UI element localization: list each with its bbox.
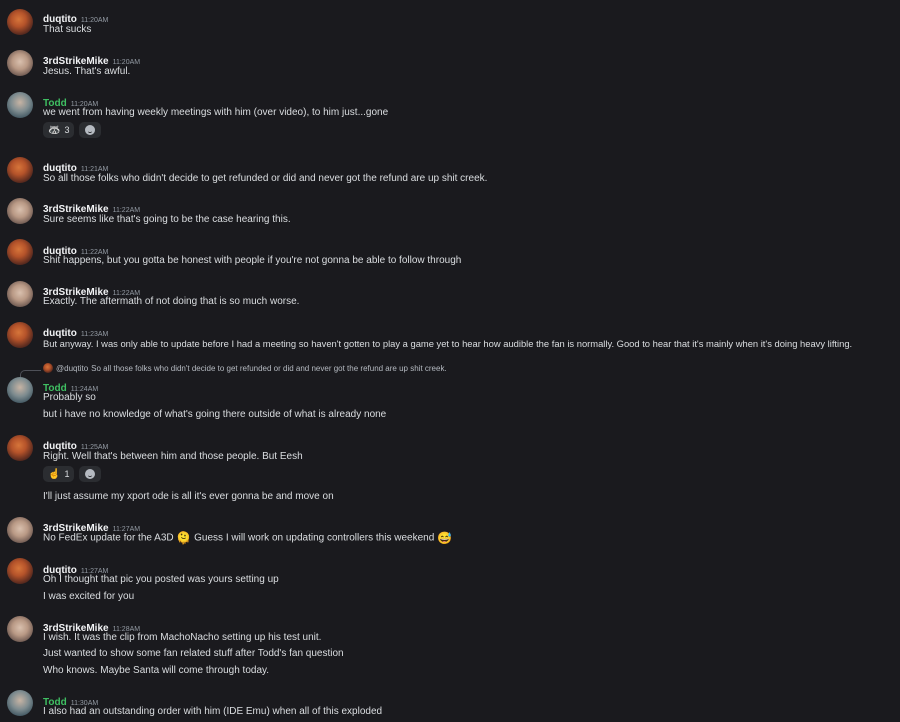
avatar[interactable] [7,281,33,307]
grinning-sweat-emoji-icon: 😅 [437,531,453,545]
reaction-pill[interactable]: ☝️ 1 [43,466,75,482]
message-text: Probably so [43,392,96,403]
melting-face-emoji-icon: 🫠 [176,531,192,545]
avatar[interactable] [7,558,33,584]
avatar[interactable] [7,9,33,35]
avatar[interactable] [7,322,33,348]
message-text: we went from having weekly meetings with… [43,107,389,118]
add-reaction-button[interactable] [79,466,102,482]
avatar[interactable] [7,239,33,265]
timestamp: 11:21AM [80,166,109,173]
message-text: Who knows. Maybe Santa will come through… [43,665,270,676]
message-text-part: No FedEx update for the A3D [43,532,174,544]
message-text: Right. Well that's between him and those… [43,451,303,462]
message-text: I'll just assume my xport ode is all it'… [43,491,334,502]
add-reaction-button[interactable] [79,122,102,138]
timestamp: 11:22AM [112,207,141,214]
message-text: Jesus. That's awful. [43,66,131,77]
message-text: No FedEx update for the A3D 🫠 Guess I wi… [43,531,452,545]
message-text: But anyway. I was only able to update be… [43,338,853,349]
reactions-row: 🦝 3 [43,122,102,138]
reply-mention[interactable]: @duqtito [56,364,88,373]
reply-avatar [43,363,53,373]
message-text: Just wanted to show some fan related stu… [43,648,344,659]
reaction-count: 1 [64,469,70,479]
raccoon-emoji-icon: 🦝 [48,124,61,136]
smile-plus-icon [85,469,96,479]
reactions-row: ☝️ 1 [43,466,102,482]
message-text: Shit happens, but you gotta be honest wi… [43,255,462,266]
message-text: That sucks [43,24,92,35]
avatar[interactable] [7,690,33,716]
avatar[interactable] [7,198,33,224]
avatar[interactable] [7,616,33,642]
message-text: So all those folks who didn't decide to … [43,173,488,184]
message-text: Sure seems like that's going to be the c… [43,214,291,225]
reply-preview[interactable]: @duqtito So all those folks who didn't d… [43,363,447,373]
reaction-count: 3 [64,125,70,135]
message-text: Exactly. The aftermath of not doing that… [43,296,300,307]
avatar[interactable] [7,92,33,118]
timestamp: 11:25AM [80,444,109,451]
avatar[interactable] [7,377,33,403]
message-text: I also had an outstanding order with him… [43,706,383,717]
avatar[interactable] [7,435,33,461]
message-text: but i have no knowledge of what's going … [43,409,387,420]
message-text: I was excited for you [43,591,135,602]
timestamp: 11:20AM [80,17,109,24]
avatar[interactable] [7,50,33,76]
timestamp: 11:23AM [80,331,109,338]
timestamp: 11:20AM [112,59,141,66]
smile-plus-icon [85,125,96,135]
message-text: Oh I thought that pic you posted was you… [43,574,279,585]
reaction-pill[interactable]: 🦝 3 [43,122,75,138]
message-text-part: Guess I will work on updating controller… [194,532,435,544]
avatar[interactable] [7,517,33,543]
message-text: I wish. It was the clip from MachoNacho … [43,632,322,643]
pointing-up-emoji-icon: ☝️ [48,468,61,480]
avatar[interactable] [7,157,33,183]
reply-text: So all those folks who didn't decide to … [91,363,447,373]
